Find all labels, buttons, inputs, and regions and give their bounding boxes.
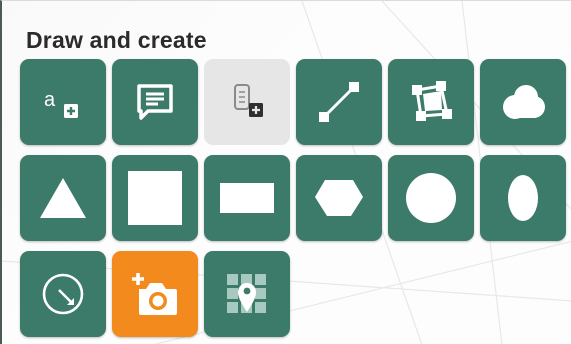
speech-bubble-icon (137, 84, 173, 120)
cloud-icon (503, 85, 545, 119)
text-add-icon: a (44, 89, 78, 118)
tool-grid: a (20, 59, 568, 337)
ellipse-tool-button[interactable] (480, 155, 566, 241)
add-photo-tool-button[interactable] (112, 251, 198, 337)
pentagon-icon (315, 180, 363, 216)
rectangle-icon (220, 183, 274, 213)
line-tool-button[interactable] (296, 59, 382, 145)
triangle-icon (40, 178, 86, 218)
circle-icon (406, 173, 456, 223)
radius-circle-tool-button[interactable] (20, 251, 106, 337)
circle-tool-button[interactable] (388, 155, 474, 241)
text-tool-button[interactable]: a (20, 59, 106, 145)
map-grid-pin-tool-button[interactable] (204, 251, 290, 337)
cloud-tool-button[interactable] (480, 59, 566, 145)
pentagon-tool-button[interactable] (296, 155, 382, 241)
note-tool-button[interactable] (204, 59, 290, 145)
draw-and-create-panel: Draw and create a (0, 0, 571, 344)
ellipse-icon (508, 175, 538, 221)
text-tool-letter: a (44, 89, 56, 111)
polygon-vertices-icon (412, 81, 452, 121)
camera-add-icon (132, 273, 177, 315)
triangle-tool-button[interactable] (20, 155, 106, 241)
circle-radius-icon (42, 273, 84, 315)
grid-map-pin-icon (227, 274, 266, 313)
line-segment-icon (319, 82, 359, 122)
rectangle-tool-button[interactable] (204, 155, 290, 241)
note-add-icon (234, 84, 263, 117)
polygon-edit-tool-button[interactable] (388, 59, 474, 145)
callout-tool-button[interactable] (112, 59, 198, 145)
square-icon (128, 171, 182, 225)
square-tool-button[interactable] (112, 155, 198, 241)
panel-title: Draw and create (26, 27, 207, 53)
